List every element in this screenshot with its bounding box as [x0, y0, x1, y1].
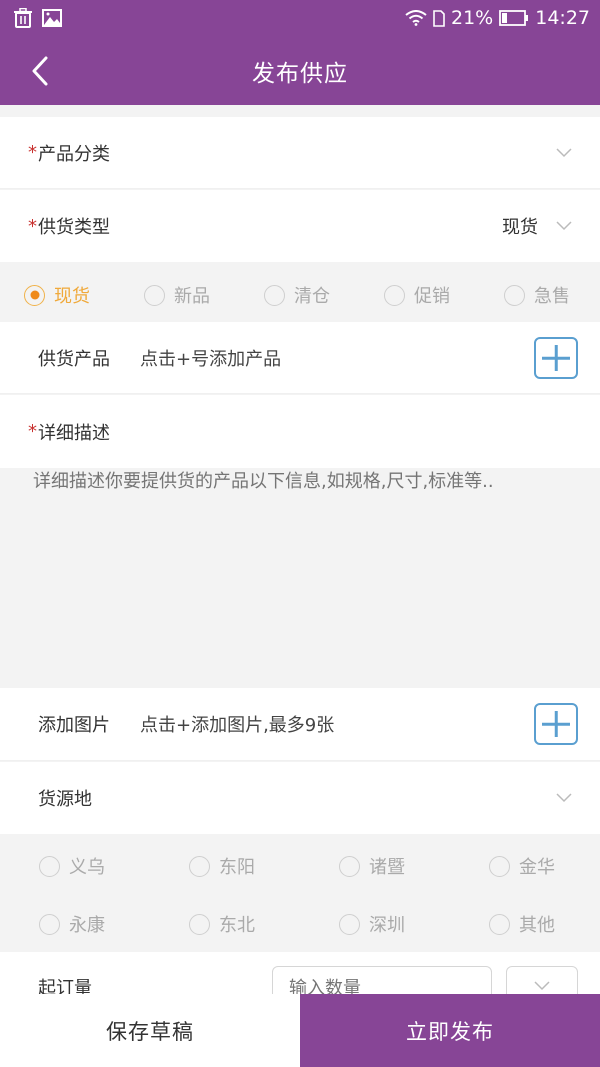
trash-icon: [14, 8, 32, 28]
radio-unchecked-icon: [384, 284, 405, 306]
radio-origin-0[interactable]: 义乌: [39, 853, 105, 879]
radio-origin-7[interactable]: 其他: [489, 911, 555, 937]
add-image-button[interactable]: [534, 703, 578, 745]
supply-type-label: 供货类型: [38, 217, 110, 238]
chevron-down-icon: [534, 981, 550, 991]
radio-unchecked-icon: [339, 855, 360, 877]
supply-type-radio-group: 现货 新品 清仓 促销 急售: [0, 262, 600, 322]
description-textarea[interactable]: [0, 468, 600, 688]
required-mark: *: [28, 142, 37, 163]
product-category-select[interactable]: * 产品分类: [0, 117, 600, 189]
radio-unchecked-icon: [264, 284, 285, 306]
description-label: 详细描述: [38, 422, 110, 444]
supply-product-row: 供货产品 点击+号添加产品: [0, 322, 600, 394]
app-bar: 发布供应: [0, 36, 600, 105]
radio-origin-4[interactable]: 永康: [39, 911, 105, 937]
origin-label: 货源地: [38, 789, 92, 810]
description-label-row: * 详细描述: [0, 395, 600, 468]
radio-unchecked-icon: [189, 913, 210, 935]
required-mark: *: [28, 421, 37, 442]
radio-supply-type-2[interactable]: 清仓: [264, 282, 330, 308]
radio-unchecked-icon: [189, 855, 210, 877]
wifi-icon: [405, 10, 427, 26]
supply-product-label: 供货产品: [38, 348, 110, 370]
origin-radio-group: 义乌 东阳 诸暨 金华 永康 东北 深圳 其他: [0, 834, 600, 952]
supply-product-hint: 点击+号添加产品: [140, 348, 282, 370]
chevron-down-icon: [556, 221, 572, 231]
save-draft-button[interactable]: 保存草稿: [0, 994, 300, 1067]
image-icon: [42, 9, 62, 27]
add-images-hint: 点击+添加图片,最多9张: [140, 715, 335, 736]
add-images-label: 添加图片: [38, 715, 110, 736]
back-button[interactable]: [28, 54, 54, 88]
radio-supply-type-0[interactable]: 现货: [24, 282, 90, 308]
supply-type-value: 现货: [502, 217, 538, 238]
supply-type-select[interactable]: * 供货类型 现货: [0, 190, 600, 262]
radio-unchecked-icon: [504, 284, 525, 306]
add-images-row: 添加图片 点击+添加图片,最多9张: [0, 688, 600, 761]
radio-unchecked-icon: [39, 913, 60, 935]
battery-percent: 21%: [451, 7, 494, 29]
required-mark: *: [28, 215, 37, 237]
radio-supply-type-3[interactable]: 促销: [384, 282, 450, 308]
radio-origin-3[interactable]: 金华: [489, 853, 555, 879]
add-product-button[interactable]: [534, 337, 578, 379]
chevron-down-icon: [556, 793, 572, 803]
publish-now-button[interactable]: 立即发布: [300, 994, 600, 1067]
bottom-action-bar: 保存草稿 立即发布: [0, 994, 600, 1067]
radio-origin-6[interactable]: 深圳: [339, 911, 405, 937]
radio-origin-5[interactable]: 东北: [189, 911, 255, 937]
radio-unchecked-icon: [489, 913, 510, 935]
radio-supply-type-1[interactable]: 新品: [144, 282, 210, 308]
status-bar: 21% 14:27: [0, 0, 600, 36]
radio-checked-icon: [24, 284, 45, 306]
page-title: 发布供应: [252, 60, 348, 87]
radio-unchecked-icon: [339, 913, 360, 935]
chevron-down-icon: [556, 147, 572, 157]
radio-supply-type-4[interactable]: 急售: [504, 282, 570, 308]
radio-origin-2[interactable]: 诸暨: [339, 853, 405, 879]
battery-icon: [499, 10, 529, 26]
sim-icon: [433, 9, 445, 27]
radio-unchecked-icon: [489, 855, 510, 877]
clock: 14:27: [535, 7, 590, 29]
product-category-label: 产品分类: [38, 143, 110, 165]
radio-unchecked-icon: [39, 855, 60, 877]
radio-origin-1[interactable]: 东阳: [189, 853, 255, 879]
chevron-left-icon: [32, 56, 48, 86]
radio-unchecked-icon: [144, 284, 165, 306]
origin-select[interactable]: 货源地: [0, 762, 600, 834]
